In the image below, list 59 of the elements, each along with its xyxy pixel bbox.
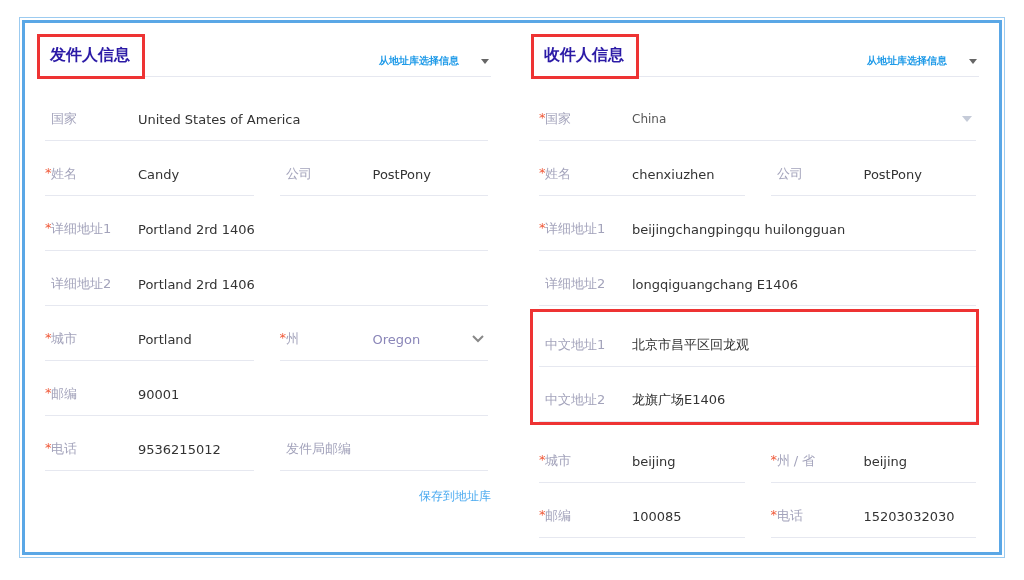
field-label: 详细地址2 (545, 275, 606, 293)
input-field[interactable]: *州 / 省 beijing (770, 440, 976, 483)
dropdown-arrow-icon[interactable] (481, 58, 489, 64)
input-field[interactable]: *姓名 Candy (45, 153, 254, 196)
input-field[interactable]: 公司 PostPony (279, 153, 488, 196)
required-mark: * (770, 452, 777, 469)
field-label: 州 / 省 (776, 452, 816, 470)
field-label: 姓名 (51, 165, 77, 183)
field-label: 公司 (776, 165, 803, 183)
field-label: 国家 (545, 110, 571, 128)
field-label: 详细地址2 (51, 275, 112, 293)
input-field[interactable]: 中文地址1 北京市昌平区回龙观 (539, 324, 976, 367)
required-mark: * (539, 220, 545, 237)
required-mark: * (45, 220, 51, 237)
field-label: 城市 (51, 330, 77, 348)
required-mark: * (45, 165, 51, 182)
input-field[interactable]: 公司 PostPony (770, 153, 976, 196)
input-field[interactable]: *姓名 chenxiuzhen (539, 153, 745, 196)
field-label: 中文地址1 (545, 336, 606, 354)
field-label: 详细地址1 (51, 220, 112, 238)
field-label: 公司 (285, 165, 312, 183)
field-label: 电话 (51, 440, 77, 458)
field-label: 州 (285, 330, 299, 348)
input-field[interactable]: *邮编 100085 (539, 495, 745, 538)
field-label: 邮编 (51, 385, 77, 403)
field-label: 中文地址2 (545, 391, 606, 409)
required-mark: * (539, 110, 545, 127)
field-label: 邮编 (545, 507, 571, 525)
required-mark: * (279, 330, 286, 347)
field-label: 国家 (51, 110, 77, 128)
required-mark: * (45, 330, 51, 347)
required-mark: * (45, 385, 51, 402)
chevron-down-icon (472, 335, 484, 343)
input-field[interactable]: 详细地址2 longqiguangchang E1406 (539, 263, 976, 306)
field-label: 电话 (776, 507, 803, 525)
input-field[interactable]: *详细地址1 beijingchangpingqu huilongguan (539, 208, 976, 251)
required-mark: * (539, 507, 545, 524)
input-field[interactable]: 中文地址2 龙旗广场E1406 (539, 379, 976, 422)
field-label: 详细地址1 (545, 220, 606, 238)
section-title: 发件人信息 (37, 34, 145, 79)
required-mark: * (539, 165, 545, 182)
input-field[interactable]: *邮编 90001 (45, 373, 488, 416)
input-field[interactable]: 详细地址2 Portland 2rd 1406 (45, 263, 488, 306)
input-field[interactable]: *州 Oregon (279, 318, 488, 361)
required-mark: * (45, 440, 51, 457)
input-field[interactable]: 国家 United States of America (45, 98, 488, 141)
input-field[interactable]: *电话 9536215012 (45, 428, 254, 471)
input-field[interactable]: *电话 15203032030 (770, 495, 976, 538)
field-label: 姓名 (545, 165, 571, 183)
dropdown-arrow-icon (962, 116, 972, 122)
required-mark: * (770, 507, 777, 524)
section-title: 收件人信息 (531, 34, 639, 79)
dropdown-arrow-icon[interactable] (969, 58, 977, 64)
input-field[interactable]: *国家 China (539, 98, 976, 141)
input-field[interactable]: *城市 beijing (539, 440, 745, 483)
input-field[interactable]: *详细地址1 Portland 2rd 1406 (45, 208, 488, 251)
input-field[interactable]: *城市 Portland (45, 318, 254, 361)
field-label: 城市 (545, 452, 571, 470)
required-mark: * (539, 452, 545, 469)
